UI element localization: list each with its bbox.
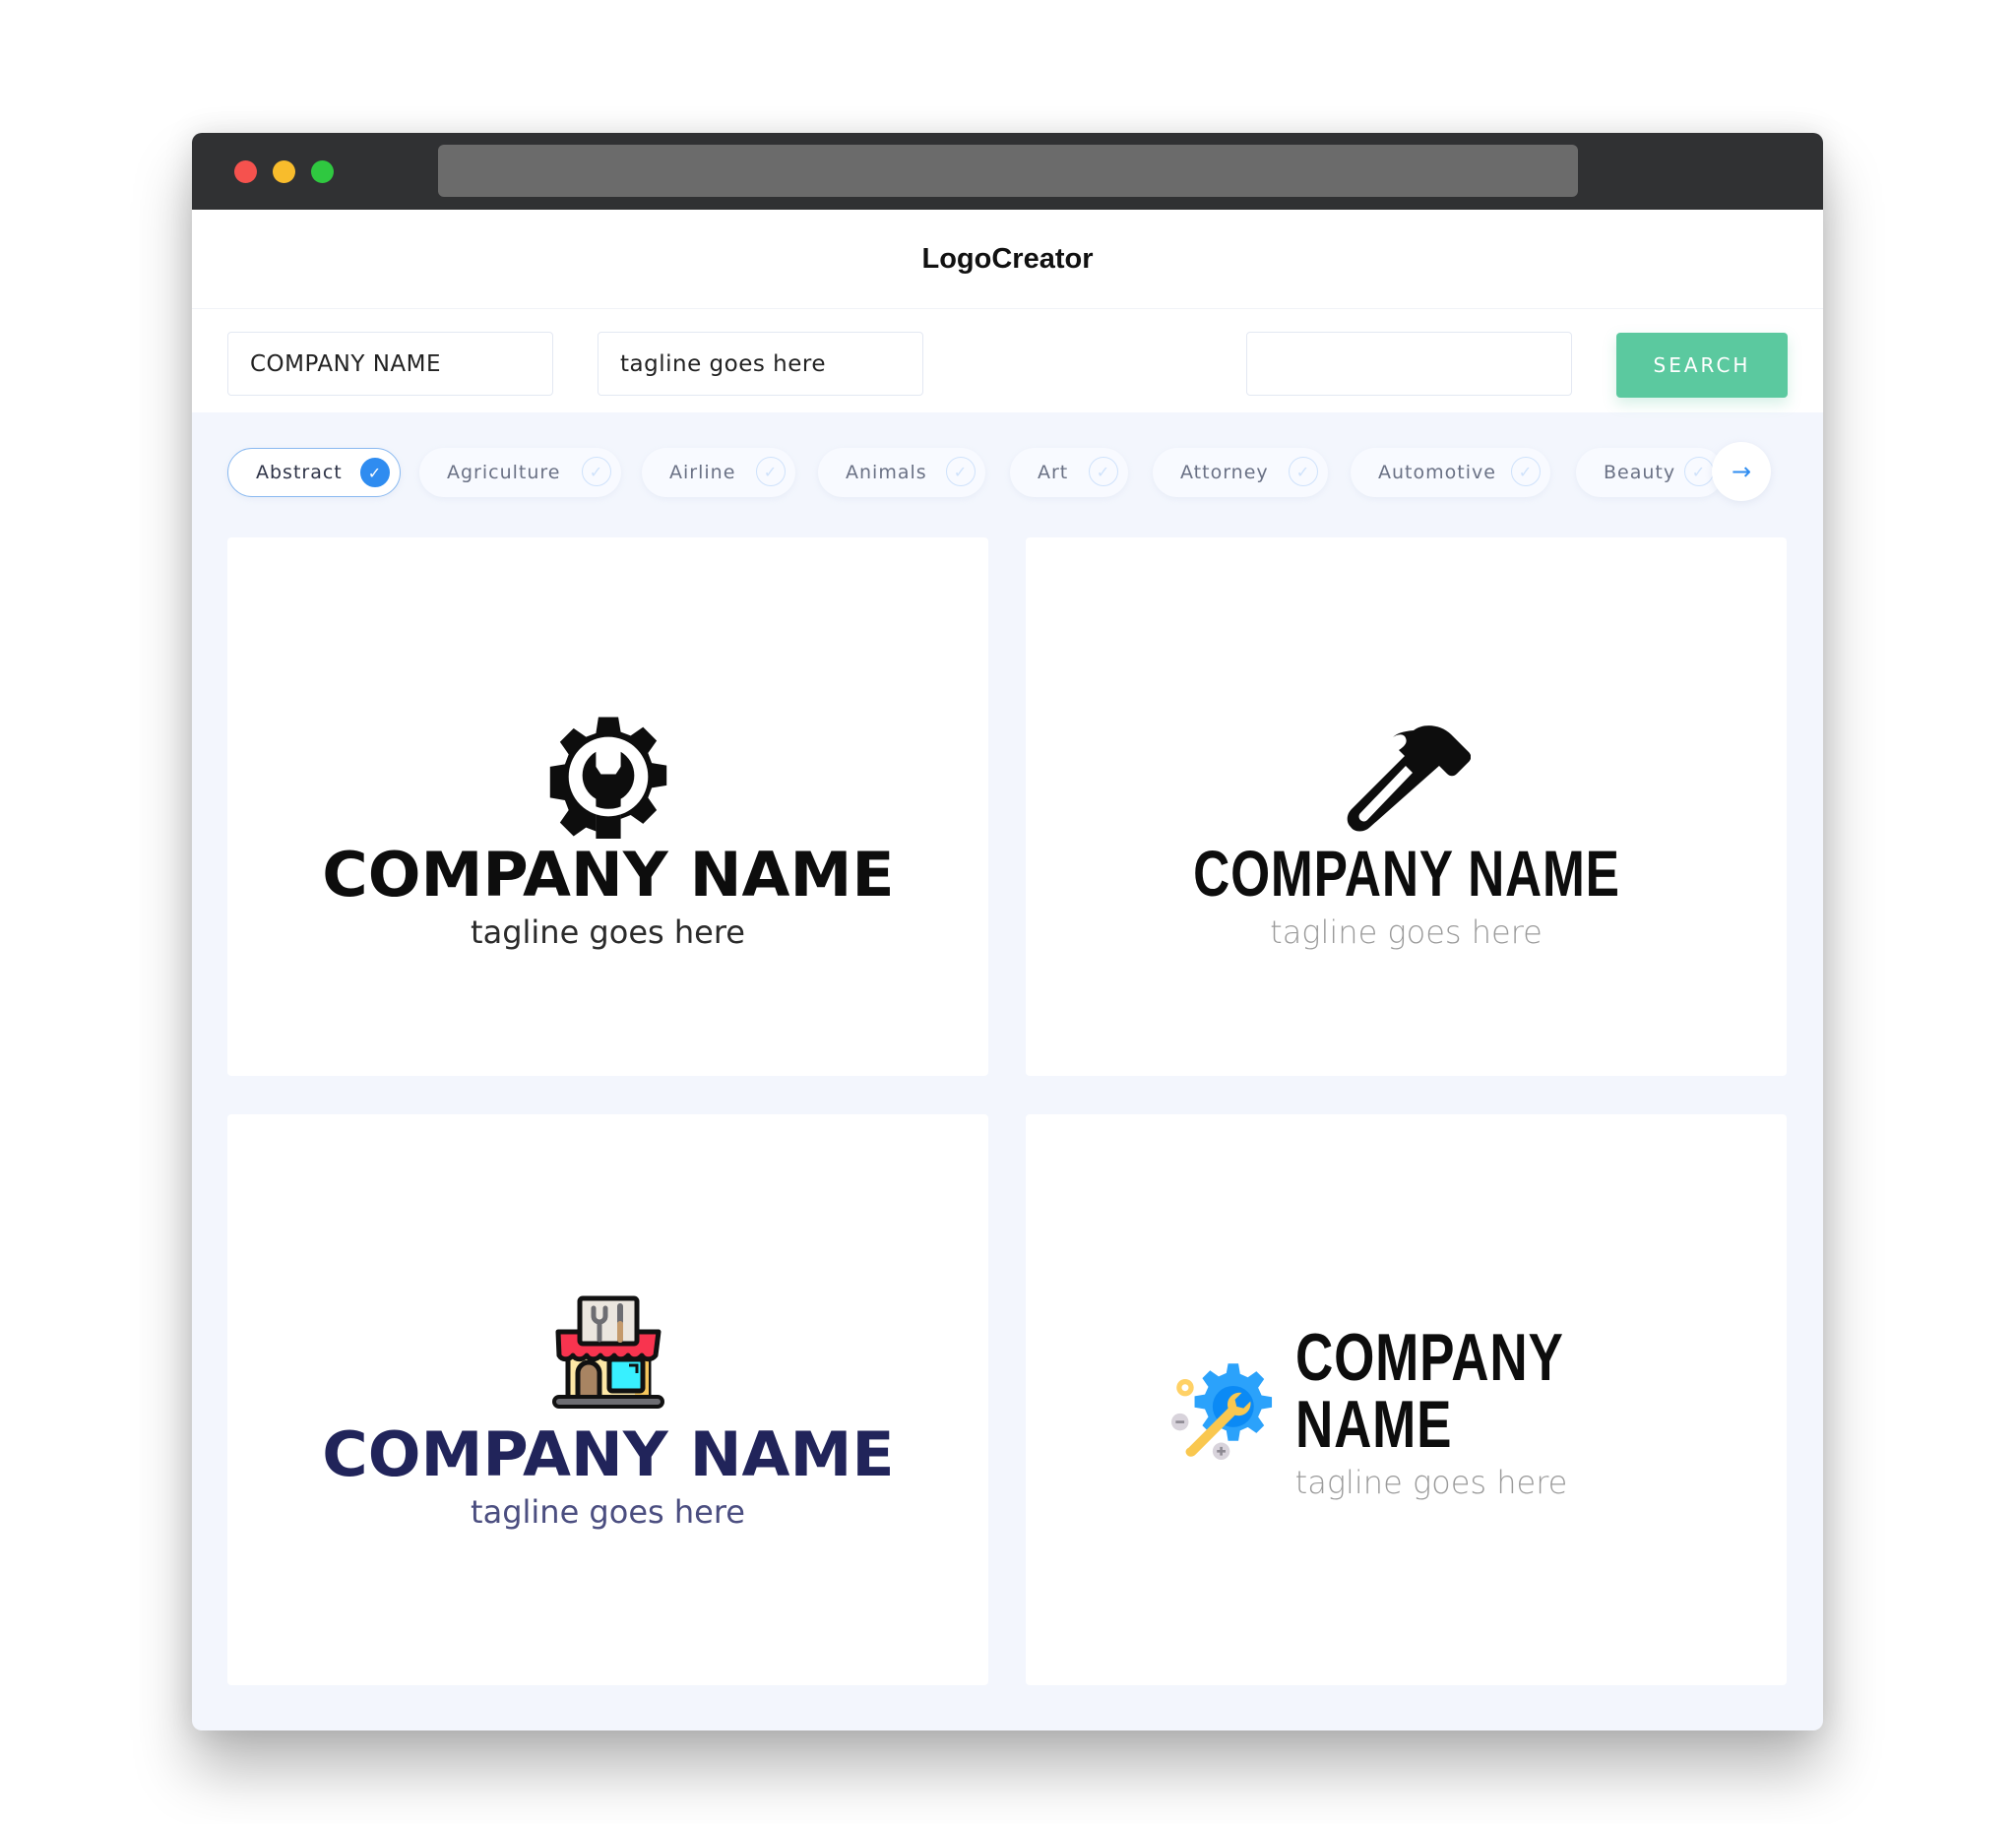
- maximize-window-button[interactable]: [311, 160, 334, 183]
- next-categories-button[interactable]: →: [1712, 442, 1771, 501]
- category-chip-animals[interactable]: Animals ✓: [818, 448, 985, 497]
- logo-card[interactable]: COMPANY NAME tagline goes here: [227, 537, 988, 1076]
- close-window-button[interactable]: [234, 160, 257, 183]
- tagline-text: tagline goes here: [471, 913, 745, 951]
- category-label: Art: [1038, 462, 1069, 483]
- app-header: LogoCreator: [192, 210, 1823, 308]
- company-name-text: COMPANY NAME: [321, 1418, 895, 1490]
- check-icon: ✓: [756, 457, 786, 486]
- category-label: Airline: [669, 462, 736, 483]
- check-icon: ✓: [946, 457, 976, 486]
- logo-card[interactable]: COMPANY NAME tagline goes here: [1026, 537, 1787, 1076]
- category-chip-art[interactable]: Art ✓: [1010, 448, 1128, 497]
- logo-card[interactable]: COMPANY NAME tagline goes here: [227, 1114, 988, 1685]
- company-name-input[interactable]: COMPANY NAME: [227, 332, 553, 396]
- repair-shop-icon: [551, 1295, 664, 1409]
- gear-wrench-icon: [549, 717, 666, 839]
- title-bar: [192, 133, 1823, 210]
- company-name-text: COMPANY NAME: [1192, 837, 1620, 910]
- minimize-window-button[interactable]: [273, 160, 295, 183]
- keyword-input[interactable]: [1246, 332, 1572, 396]
- company-name-text: COMPANY NAME: [1294, 1320, 1563, 1462]
- browser-window: LogoCreator COMPANY NAME tagline goes he…: [192, 133, 1823, 1730]
- category-filter: Abstract ✓ Agriculture ✓ Airline ✓ Anima…: [227, 442, 1788, 503]
- check-icon: ✓: [360, 458, 390, 487]
- check-icon: ✓: [1511, 457, 1541, 486]
- tagline-input[interactable]: tagline goes here: [598, 332, 923, 396]
- category-chip-attorney[interactable]: Attorney ✓: [1153, 448, 1328, 497]
- check-icon: ✓: [1089, 457, 1118, 486]
- arrow-right-icon: →: [1731, 458, 1752, 485]
- address-bar[interactable]: [438, 145, 1578, 197]
- logo-card[interactable]: COMPANY NAME tagline goes here: [1026, 1114, 1787, 1685]
- check-icon: ✓: [582, 457, 611, 486]
- check-icon: ✓: [1684, 457, 1714, 486]
- category-chip-airline[interactable]: Airline ✓: [642, 448, 795, 497]
- category-label: Attorney: [1180, 462, 1269, 483]
- tagline-text: tagline goes here: [1294, 1464, 1568, 1501]
- category-chip-automotive[interactable]: Automotive ✓: [1351, 448, 1550, 497]
- category-label: Abstract: [256, 462, 343, 483]
- category-label: Agriculture: [447, 462, 561, 483]
- category-label: Beauty: [1604, 462, 1676, 483]
- app-title: LogoCreator: [921, 242, 1094, 275]
- category-chip-abstract[interactable]: Abstract ✓: [227, 448, 401, 497]
- hammer-icon: [1347, 725, 1471, 832]
- search-button[interactable]: SEARCH: [1616, 333, 1788, 398]
- category-label: Animals: [846, 462, 927, 483]
- category-chip-beauty[interactable]: Beauty ✓: [1576, 448, 1724, 497]
- check-icon: ✓: [1289, 457, 1318, 486]
- tagline-text: tagline goes here: [471, 1493, 745, 1531]
- blue-gear-wrench-icon: [1171, 1363, 1273, 1460]
- tagline-text: tagline goes here: [1270, 913, 1543, 951]
- company-name-text: COMPANY NAME: [321, 839, 895, 911]
- category-label: Automotive: [1378, 462, 1496, 483]
- category-chip-agriculture[interactable]: Agriculture ✓: [419, 448, 621, 497]
- search-bar: COMPANY NAME tagline goes here SEARCH: [192, 308, 1823, 412]
